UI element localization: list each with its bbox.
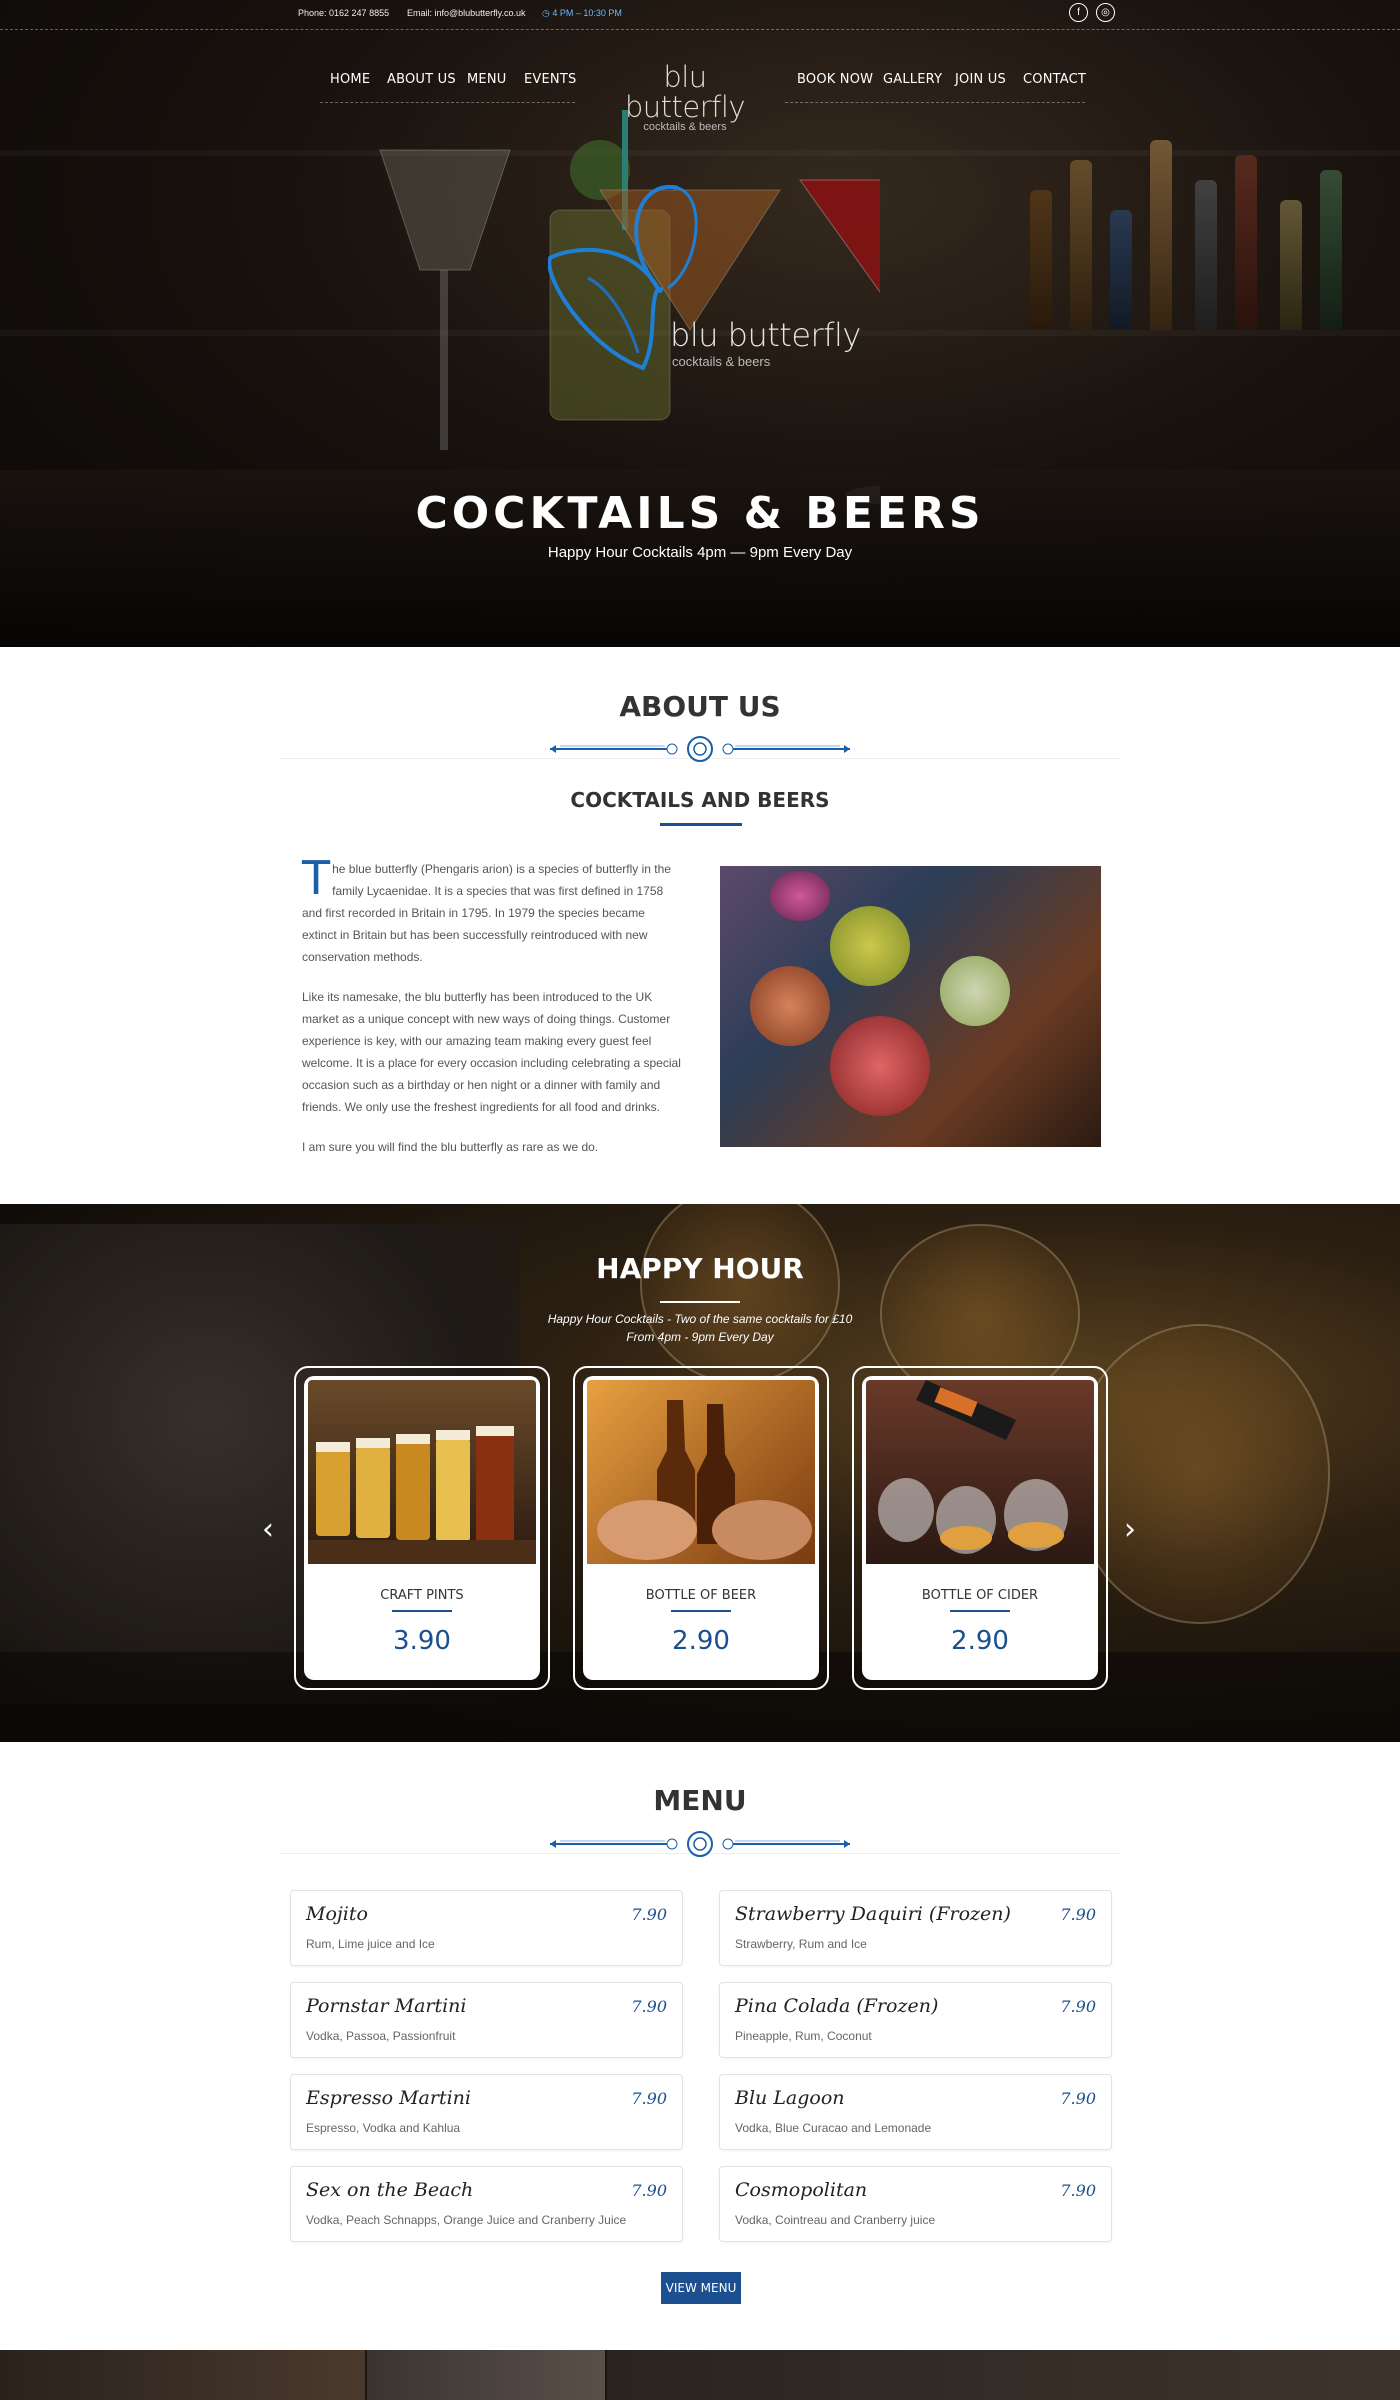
card-underline bbox=[392, 1610, 452, 1612]
ornament-divider-icon bbox=[550, 736, 850, 762]
top-info-bar: Phone: 0162 247 8855 Email: info@blubutt… bbox=[0, 0, 1400, 30]
menu-item-price: 7.90 bbox=[1060, 2181, 1096, 2200]
gallery-tile[interactable] bbox=[0, 2350, 365, 2400]
happy-hour-card[interactable]: BOTTLE OF CIDER 2.90 bbox=[852, 1366, 1108, 1690]
about-paragraph-2: Like its namesake, the blu butterfly has… bbox=[302, 990, 681, 1114]
about-subtitle: COCKTAILS AND BEERS bbox=[570, 788, 830, 812]
menu-item-price: 7.90 bbox=[631, 2181, 667, 2200]
chevron-right-icon[interactable]: › bbox=[1124, 1512, 1136, 1547]
card-underline bbox=[671, 1610, 731, 1612]
menu-item-name: Pornstar Martini bbox=[306, 1995, 467, 2017]
card-price: 2.90 bbox=[951, 1626, 1009, 1656]
menu-item-price: 7.90 bbox=[631, 1905, 667, 1924]
nav-gallery[interactable]: GALLERY bbox=[883, 72, 942, 87]
card-underline bbox=[950, 1610, 1010, 1612]
menu-item-price: 7.90 bbox=[1060, 1997, 1096, 2016]
gallery-tile[interactable] bbox=[607, 2350, 1400, 2400]
happy-hour-card[interactable]: BOTTLE OF BEER 2.90 bbox=[573, 1366, 829, 1690]
nav-logo-name: blu butterfly bbox=[624, 60, 746, 124]
menu-title: MENU bbox=[653, 1784, 747, 1817]
menu-item-description: Rum, Lime juice and Ice bbox=[306, 1937, 435, 1951]
menu-item[interactable]: Mojito 7.90 Rum, Lime juice and Ice bbox=[290, 1890, 683, 1966]
menu-item[interactable]: Cosmopolitan 7.90 Vodka, Cointreau and C… bbox=[719, 2166, 1112, 2242]
gallery-strip bbox=[0, 2350, 1400, 2400]
nav-join-us[interactable]: JOIN US bbox=[955, 72, 1006, 87]
cocktails-cheers-photo bbox=[720, 866, 1101, 1147]
menu-item[interactable]: Strawberry Daquiri (Frozen) 7.90 Strawbe… bbox=[719, 1890, 1112, 1966]
happy-hour-card[interactable]: CRAFT PINTS 3.90 bbox=[294, 1366, 550, 1690]
happy-hour-title: HAPPY HOUR bbox=[596, 1252, 804, 1285]
menu-item-price: 7.90 bbox=[1060, 2089, 1096, 2108]
main-nav: HOME ABOUT US MENU EVENTS blu butterfly … bbox=[320, 60, 1086, 133]
menu-item-description: Vodka, Passoa, Passionfruit bbox=[306, 2029, 456, 2043]
nav-contact[interactable]: CONTACT bbox=[1023, 72, 1086, 87]
card-label: BOTTLE OF CIDER bbox=[921, 1588, 1039, 1603]
hero-logo: blu butterfly cocktails & beers bbox=[547, 178, 868, 378]
menu-item-price: 7.90 bbox=[1060, 1905, 1096, 1924]
menu-item-description: Vodka, Peach Schnapps, Orange Juice and … bbox=[306, 2213, 627, 2227]
email-link[interactable]: Email: info@blubutterfly.co.uk bbox=[407, 8, 526, 18]
menu-item-description: Vodka, Cointreau and Cranberry juice bbox=[735, 2213, 936, 2227]
menu-item-name: Espresso Martini bbox=[306, 2087, 471, 2109]
menu-item-name: Mojito bbox=[306, 1903, 368, 1925]
card-label: BOTTLE OF BEER bbox=[645, 1588, 757, 1603]
hero-logo-name: blu butterfly bbox=[670, 316, 861, 354]
nav-book-now[interactable]: BOOK NOW bbox=[797, 72, 873, 87]
menu-item[interactable]: Blu Lagoon 7.90 Vodka, Blue Curacao and … bbox=[719, 2074, 1112, 2150]
hero-title: COCKTAILS & BEERS bbox=[415, 488, 985, 539]
menu-item-name: Sex on the Beach bbox=[306, 2179, 474, 2201]
opening-hours: ◷ 4 PM – 10:30 PM bbox=[542, 8, 622, 18]
view-menu-button[interactable]: VIEW MENU bbox=[661, 2272, 741, 2304]
menu-item[interactable]: Espresso Martini 7.90 Espresso, Vodka an… bbox=[290, 2074, 683, 2150]
menu-item-price: 7.90 bbox=[631, 1997, 667, 2016]
menu-item-name: Blu Lagoon bbox=[735, 2087, 845, 2109]
menu-item-description: Vodka, Blue Curacao and Lemonade bbox=[735, 2121, 932, 2135]
nav-divider bbox=[320, 102, 575, 103]
subtitle-underline bbox=[660, 823, 742, 826]
hero-banner: Phone: 0162 247 8855 Email: info@blubutt… bbox=[0, 0, 1400, 647]
ornament-divider-icon bbox=[550, 1831, 850, 1857]
about-title: ABOUT US bbox=[619, 690, 781, 723]
nav-divider bbox=[785, 102, 1085, 103]
menu-item[interactable]: Pina Colada (Frozen) 7.90 Pineapple, Rum… bbox=[719, 1982, 1112, 2058]
gallery-tile[interactable] bbox=[367, 2350, 605, 2400]
nav-events[interactable]: EVENTS bbox=[524, 72, 576, 87]
nav-logo[interactable]: blu butterfly cocktails & beers bbox=[600, 62, 770, 133]
card-price: 2.90 bbox=[672, 1626, 730, 1656]
facebook-icon[interactable]: f bbox=[1069, 3, 1088, 22]
hero-subtitle: Happy Hour Cocktails 4pm — 9pm Every Day bbox=[547, 544, 853, 561]
menu-item[interactable]: Pornstar Martini 7.90 Vodka, Passoa, Pas… bbox=[290, 1982, 683, 2058]
card-label: CRAFT PINTS bbox=[380, 1588, 464, 1603]
happy-hour-underline bbox=[660, 1301, 740, 1303]
about-paragraph-1: The blue butterfly (Phengaris arion) is … bbox=[302, 851, 671, 964]
happy-hour-line-2: From 4pm - 9pm Every Day bbox=[626, 1330, 774, 1344]
phone-text: Phone: 0162 247 8855 bbox=[298, 8, 390, 18]
nav-about-us[interactable]: ABOUT US bbox=[387, 72, 456, 87]
menu-item-price: 7.90 bbox=[631, 2089, 667, 2108]
menu-item-description: Pineapple, Rum, Coconut bbox=[735, 2029, 872, 2043]
bottle-of-cider-photo bbox=[866, 1380, 1094, 1564]
menu-item-name: Strawberry Daquiri (Frozen) bbox=[735, 1903, 1011, 1925]
menu-item-name: Cosmopolitan bbox=[735, 2179, 868, 2201]
bottle-of-beer-photo bbox=[587, 1380, 815, 1564]
menu-item[interactable]: Sex on the Beach 7.90 Vodka, Peach Schna… bbox=[290, 2166, 683, 2242]
dropcap: T bbox=[302, 851, 331, 905]
hero-logo-tagline: cocktails & beers bbox=[672, 354, 771, 369]
about-paragraph-3: I am sure you will find the blu butterfl… bbox=[302, 1140, 599, 1154]
about-text: The blue butterfly (Phengaris arion) is … bbox=[302, 851, 682, 1176]
nav-menu[interactable]: MENU bbox=[467, 72, 506, 87]
instagram-icon[interactable]: ◎ bbox=[1096, 3, 1115, 22]
menu-item-name: Pina Colada (Frozen) bbox=[735, 1995, 939, 2017]
menu-item-description: Espresso, Vodka and Kahlua bbox=[306, 2121, 461, 2135]
craft-pints-photo bbox=[308, 1380, 536, 1564]
chevron-left-icon[interactable]: ‹ bbox=[262, 1512, 274, 1547]
nav-home[interactable]: HOME bbox=[330, 72, 370, 87]
menu-item-description: Strawberry, Rum and Ice bbox=[735, 1937, 867, 1951]
card-price: 3.90 bbox=[393, 1626, 451, 1656]
happy-hour-line-1: Happy Hour Cocktails - Two of the same c… bbox=[547, 1312, 853, 1326]
